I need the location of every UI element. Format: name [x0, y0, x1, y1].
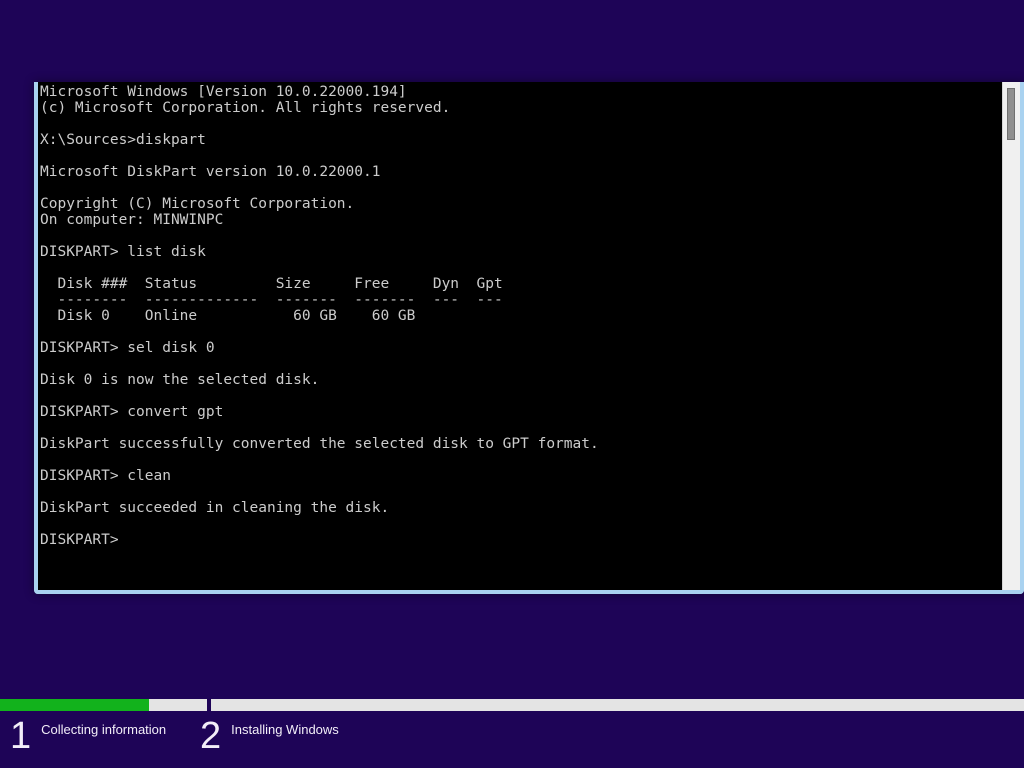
console-scrollbar[interactable] [1002, 82, 1020, 590]
step-label: Installing Windows [231, 722, 339, 737]
console-window[interactable]: Microsoft Windows [Version 10.0.22000.19… [34, 82, 1024, 594]
setup-steps: 1 Collecting information 2 Installing Wi… [0, 715, 1024, 768]
setup-step-2: 2 Installing Windows [200, 715, 339, 755]
setup-progress-bars [0, 699, 1024, 711]
progress-segment-1 [0, 699, 207, 711]
console-output-text: Microsoft Windows [Version 10.0.22000.19… [40, 84, 599, 548]
step-number: 1 [10, 715, 32, 757]
progress-fill-1 [0, 699, 150, 711]
console-output-area[interactable]: Microsoft Windows [Version 10.0.22000.19… [38, 82, 1002, 590]
setup-progress-footer: 1 Collecting information 2 Installing Wi… [0, 695, 1024, 768]
step-number: 2 [200, 715, 222, 757]
progress-segment-2 [211, 699, 1024, 711]
step-label: Collecting information [41, 722, 167, 737]
scrollbar-thumb[interactable] [1007, 88, 1015, 140]
setup-step-1: 1 Collecting information [10, 715, 166, 755]
